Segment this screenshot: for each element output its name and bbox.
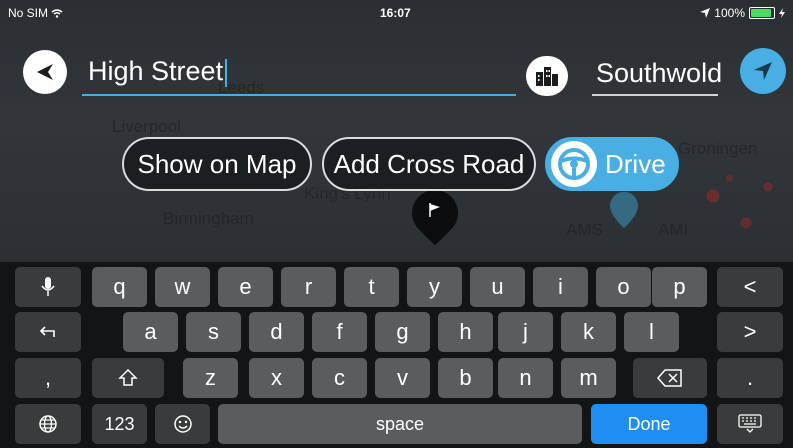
- map-label: Groningen: [678, 139, 758, 158]
- street-search-input[interactable]: High Street: [82, 50, 516, 96]
- map-label: Liverpool: [112, 117, 181, 136]
- clock: 16:07: [380, 6, 411, 20]
- status-right: 100%: [700, 6, 785, 20]
- key-w[interactable]: w: [155, 267, 210, 307]
- key-m[interactable]: m: [561, 358, 616, 398]
- globe-key[interactable]: [15, 404, 81, 444]
- key-x[interactable]: x: [249, 358, 304, 398]
- show-on-map-button[interactable]: Show on Map: [122, 137, 312, 191]
- keyboard: q w e r t y u i o p < a s d f g h j k l …: [0, 262, 793, 448]
- keyboard-dismiss-icon: [738, 414, 762, 433]
- key-r[interactable]: r: [281, 267, 336, 307]
- drive-button[interactable]: Drive: [545, 137, 679, 191]
- key-k[interactable]: k: [561, 312, 616, 352]
- key-q[interactable]: q: [92, 267, 147, 307]
- add-cross-road-button[interactable]: Add Cross Road: [322, 137, 536, 191]
- key-v[interactable]: v: [375, 358, 430, 398]
- key-j[interactable]: j: [498, 312, 553, 352]
- text-caret: [225, 58, 228, 87]
- map-label: AMS: [566, 220, 603, 239]
- key-c[interactable]: c: [312, 358, 367, 398]
- traffic-overlay: [680, 160, 790, 250]
- key-z[interactable]: z: [183, 358, 238, 398]
- cursor-left-key[interactable]: <: [717, 267, 783, 307]
- key-i[interactable]: i: [533, 267, 588, 307]
- search-query-text: High Street: [88, 56, 224, 86]
- backspace-icon: [657, 369, 682, 387]
- undo-key[interactable]: [15, 312, 81, 352]
- search-input-value: High Street: [88, 56, 228, 87]
- flag-icon: [429, 203, 440, 217]
- carrier-text: No SIM: [8, 6, 49, 20]
- key-n[interactable]: n: [498, 358, 553, 398]
- shift-key[interactable]: [92, 358, 164, 398]
- back-arrow-icon: [37, 64, 53, 80]
- hide-keyboard-key[interactable]: [717, 404, 783, 444]
- key-h[interactable]: h: [438, 312, 493, 352]
- navigation-arrow-icon: [754, 62, 772, 80]
- current-location-button[interactable]: [740, 48, 786, 94]
- drive-label: Drive: [605, 148, 666, 179]
- key-o[interactable]: o: [596, 267, 651, 307]
- city-input[interactable]: Southwold: [592, 54, 722, 96]
- globe-icon: [39, 415, 57, 433]
- back-button[interactable]: [23, 50, 67, 94]
- key-s[interactable]: s: [186, 312, 241, 352]
- charging-icon: [779, 8, 785, 18]
- map-label: Birmingham: [163, 209, 254, 228]
- battery-icon: [749, 7, 775, 19]
- emoji-key[interactable]: [155, 404, 210, 444]
- undo-icon: [39, 326, 55, 337]
- carrier-label: No SIM: [8, 6, 63, 20]
- status-bar: No SIM 16:07 100%: [0, 0, 793, 24]
- key-y[interactable]: y: [407, 267, 462, 307]
- key-l[interactable]: l: [624, 312, 679, 352]
- numbers-key[interactable]: 123: [92, 404, 147, 444]
- map-view[interactable]: Leeds Liverpool King's Lynn Birmingham G…: [0, 0, 793, 262]
- key-p[interactable]: p: [652, 267, 707, 307]
- key-e[interactable]: e: [218, 267, 273, 307]
- battery-percent: 100%: [714, 6, 745, 20]
- shift-icon: [118, 369, 138, 386]
- key-u[interactable]: u: [470, 267, 525, 307]
- steering-wheel-icon: [551, 141, 597, 187]
- buildings-icon: [536, 67, 558, 86]
- key-t[interactable]: t: [344, 267, 399, 307]
- delete-key[interactable]: [633, 358, 707, 398]
- key-d[interactable]: d: [249, 312, 304, 352]
- cursor-right-key[interactable]: >: [717, 312, 783, 352]
- key-a[interactable]: a: [123, 312, 178, 352]
- emoji-icon: [173, 415, 192, 433]
- comma-key[interactable]: ,: [15, 358, 81, 398]
- period-key[interactable]: .: [717, 358, 783, 398]
- space-key[interactable]: space: [218, 404, 582, 444]
- key-f[interactable]: f: [312, 312, 367, 352]
- microphone-icon: [41, 277, 55, 296]
- dictation-key[interactable]: [15, 267, 81, 307]
- city-selector-button[interactable]: [526, 56, 568, 96]
- wifi-icon: [51, 9, 63, 19]
- done-key[interactable]: Done: [591, 404, 707, 444]
- key-b[interactable]: b: [438, 358, 493, 398]
- city-value: Southwold: [596, 58, 723, 88]
- location-services-icon: [700, 8, 711, 18]
- key-g[interactable]: g: [375, 312, 430, 352]
- location-marker-icon: [610, 192, 638, 228]
